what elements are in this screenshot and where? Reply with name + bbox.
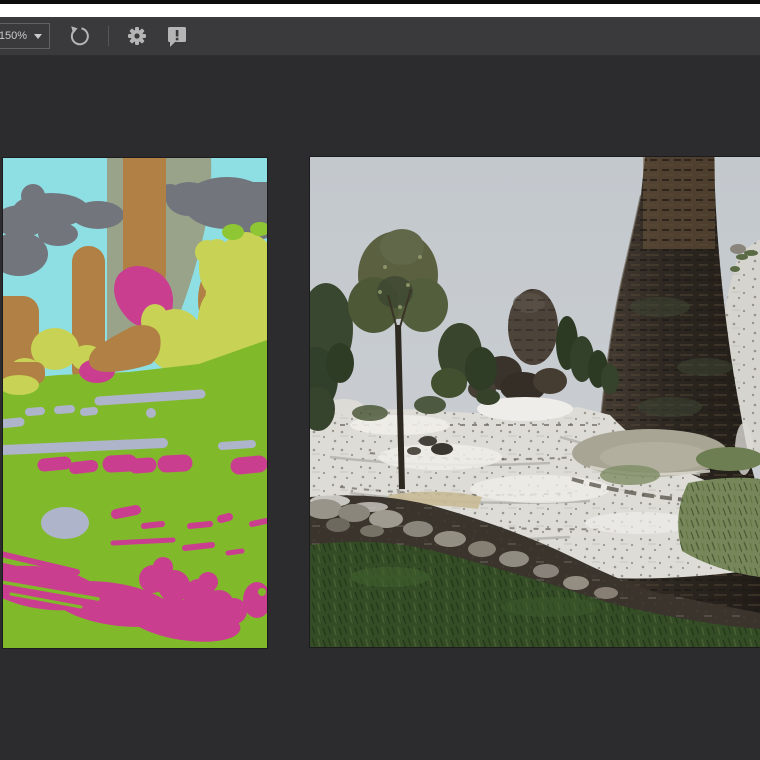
feedback-button[interactable] [162, 17, 192, 55]
settings-gear-icon [126, 25, 148, 47]
feedback-bubble-icon [165, 24, 189, 48]
browser-white-strip [0, 4, 760, 17]
zoom-level-value: 150% [0, 30, 27, 42]
toolbar: 150% [0, 17, 760, 56]
reset-view-button[interactable] [64, 17, 94, 55]
zoom-level-dropdown[interactable]: 150% [0, 23, 50, 49]
settings-button[interactable] [122, 17, 152, 55]
app-window: 150% [0, 0, 760, 760]
reset-view-icon [68, 25, 90, 47]
segmentation-art [3, 158, 267, 648]
render-art [310, 157, 760, 647]
seg-lavender-blob [41, 507, 89, 539]
toolbar-divider [108, 26, 109, 46]
render-canvas [310, 157, 760, 647]
segmentation-canvas[interactable] [3, 158, 267, 648]
dropdown-caret-icon [34, 34, 42, 39]
